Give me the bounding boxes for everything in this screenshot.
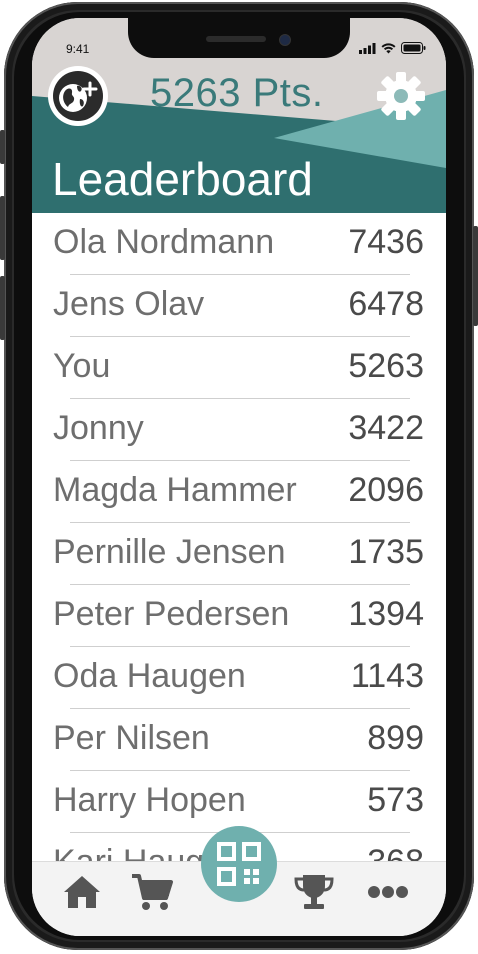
notch xyxy=(128,18,350,58)
nav-shop[interactable] xyxy=(130,872,174,912)
volume-up-button xyxy=(0,196,5,260)
settings-button[interactable] xyxy=(375,70,427,122)
player-name: Jonny xyxy=(53,409,144,447)
leaderboard-row[interactable]: Per Nilsen 899 xyxy=(32,709,446,771)
status-time: 9:41 xyxy=(66,42,90,56)
app-screen: 9:41 5263 Pts. Leaderboard Ola Nordmann … xyxy=(32,18,446,936)
player-score: 573 xyxy=(367,781,424,819)
status-icons xyxy=(359,42,426,54)
leaderboard-row[interactable]: Peter Pedersen 1394 xyxy=(32,585,446,647)
player-name: Oda Haugen xyxy=(53,657,246,695)
points-total: 5263 Pts. xyxy=(150,71,324,115)
cart-icon xyxy=(132,874,173,910)
power-button xyxy=(473,226,478,326)
speaker xyxy=(206,36,266,42)
leaderboard-row[interactable]: You 5263 xyxy=(32,337,446,399)
player-score: 1735 xyxy=(348,533,424,571)
player-name: Per Nilsen xyxy=(53,719,210,757)
wifi-icon xyxy=(381,42,396,53)
more-icon xyxy=(368,886,408,898)
logo-button[interactable] xyxy=(48,66,108,126)
nav-leaderboard[interactable] xyxy=(292,872,336,912)
leaderboard-list: Ola Nordmann 7436 Jens Olav 6478 You 5263 Jonn… xyxy=(32,213,446,895)
nav-home[interactable] xyxy=(60,872,104,912)
volume-down-button xyxy=(0,276,5,340)
leaderboard-row[interactable]: Jens Olav 6478 xyxy=(32,275,446,337)
player-score: 6478 xyxy=(348,285,424,323)
qr-code-icon xyxy=(217,842,261,886)
player-score: 899 xyxy=(367,719,424,757)
player-score: 5263 xyxy=(348,347,424,385)
nav-more[interactable] xyxy=(366,872,410,912)
player-score: 1394 xyxy=(348,595,424,633)
signal-icon xyxy=(359,42,376,54)
player-score: 2096 xyxy=(348,471,424,509)
player-name: Jens Olav xyxy=(53,285,205,323)
gear-icon xyxy=(377,72,425,120)
trophy-icon xyxy=(294,875,334,909)
home-icon xyxy=(64,876,100,908)
leaderboard-row[interactable]: Oda Haugen 1143 xyxy=(32,647,446,709)
front-camera xyxy=(279,34,291,46)
player-score: 1143 xyxy=(350,657,424,695)
page-title: Leaderboard xyxy=(52,153,313,205)
player-score: 3422 xyxy=(348,409,424,447)
leaderboard-row[interactable]: Magda Hammer 2096 xyxy=(32,461,446,523)
battery-icon xyxy=(401,42,426,54)
leaderboard-row[interactable]: Jonny 3422 xyxy=(32,399,446,461)
player-name: Magda Hammer xyxy=(53,471,297,509)
player-score: 7436 xyxy=(348,223,424,261)
player-name: Harry Hopen xyxy=(53,781,246,819)
leaderboard-row[interactable]: Harry Hopen 573 xyxy=(32,771,446,833)
scan-qr-button[interactable] xyxy=(201,826,277,902)
player-name: You xyxy=(53,347,111,385)
player-name: Peter Pedersen xyxy=(53,595,290,633)
leaderboard-row[interactable]: Ola Nordmann 7436 xyxy=(32,213,446,275)
player-name: Ola Nordmann xyxy=(53,223,275,261)
mute-switch xyxy=(0,130,5,164)
leaderboard-row[interactable]: Pernille Jensen 1735 xyxy=(32,523,446,585)
globe-plus-icon xyxy=(53,71,103,121)
player-name: Pernille Jensen xyxy=(53,533,286,571)
